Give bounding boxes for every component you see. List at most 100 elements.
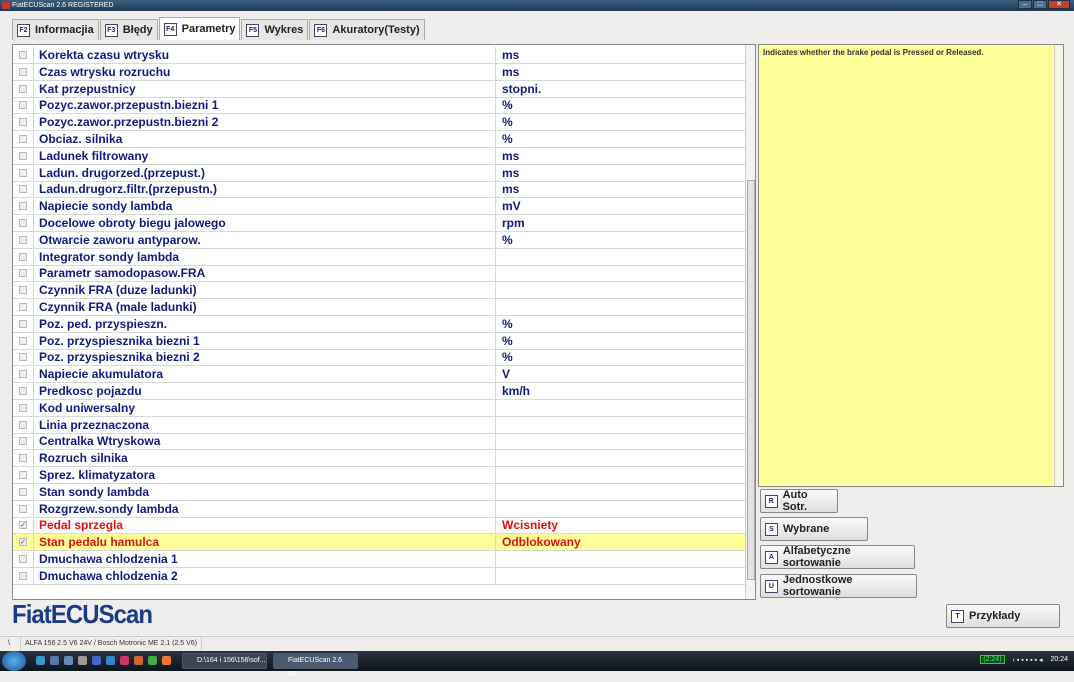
scrollbar-thumb[interactable] [747,180,755,580]
table-row[interactable]: ✓ Pedal sprzegla Wcisniety [13,517,745,535]
checkbox-empty-icon[interactable] [19,353,27,362]
checkbox-empty-icon[interactable] [19,437,27,446]
row-checkbox[interactable] [13,168,33,177]
app-icon[interactable] [78,656,87,665]
table-row[interactable]: Stan sondy lambda [13,483,745,501]
row-checkbox[interactable] [13,118,33,127]
app-icon[interactable] [64,656,73,665]
checkbox-empty-icon[interactable] [19,370,27,379]
checkbox-empty-icon[interactable] [19,555,27,563]
table-row[interactable]: Ladunek filtrowany ms [13,147,745,165]
row-checkbox[interactable] [13,336,33,345]
maximize-button[interactable]: □ [1033,0,1047,9]
row-checkbox[interactable] [13,319,33,328]
row-checkbox[interactable] [13,303,33,311]
ie-icon[interactable] [36,656,45,665]
app-icon[interactable] [92,656,101,665]
chrome-icon[interactable] [148,656,157,665]
tab-informacjia[interactable]: F2 Informacjia [12,19,99,40]
checkbox-empty-icon[interactable] [19,67,27,76]
row-checkbox[interactable] [13,487,33,496]
row-checkbox[interactable] [13,571,33,580]
battery-indicator[interactable]: (2:24) [980,655,1005,664]
row-checkbox[interactable] [13,101,33,110]
row-checkbox[interactable] [13,504,33,513]
row-checkbox[interactable] [13,151,33,160]
row-checkbox[interactable] [13,135,33,143]
alphabetical-sort-button[interactable]: A Alfabetyczne sortowanie [760,545,915,569]
table-scrollbar[interactable] [745,45,755,599]
table-row[interactable]: Linia przeznaczona [13,416,745,434]
minimize-button[interactable]: – [1018,0,1032,9]
row-checkbox[interactable] [13,403,33,412]
row-checkbox[interactable]: ✓ [13,538,33,547]
table-row[interactable]: Czynnik FRA (duze ladunki) [13,282,745,300]
table-row[interactable]: Kat przepustnicy stopni. [13,80,745,98]
start-button[interactable] [2,651,26,671]
tab-akuratory-testy-[interactable]: F6 Akuratory(Testy) [309,19,425,40]
row-checkbox[interactable] [13,471,33,479]
table-row[interactable]: Czas wtrysku rozruchu ms [13,63,745,81]
checkbox-empty-icon[interactable] [19,168,27,177]
table-row[interactable]: Obciaz. silnika% [13,131,745,148]
checkbox-empty-icon[interactable] [19,336,27,345]
checkbox-empty-icon[interactable] [19,471,27,479]
table-row[interactable]: Napiecie akumulatora V [13,366,745,384]
checkmark-icon[interactable]: ✓ [19,538,27,547]
checkbox-empty-icon[interactable] [19,51,27,59]
table-row[interactable]: Napiecie sondy lambda mV [13,198,745,216]
checkbox-empty-icon[interactable] [19,202,27,211]
table-row[interactable]: Rozgrzew.sondy lambda [13,500,745,518]
table-row[interactable]: Otwarcie zaworu antyparow.% [13,231,745,249]
row-checkbox[interactable] [13,454,33,463]
checkbox-empty-icon[interactable] [19,387,27,395]
checkbox-empty-icon[interactable] [19,235,27,244]
checkbox-empty-icon[interactable] [19,420,27,429]
row-checkbox[interactable] [13,219,33,227]
checkbox-empty-icon[interactable] [19,151,27,160]
row-checkbox[interactable] [13,84,33,93]
row-checkbox[interactable]: ✓ [13,521,33,530]
taskbar-item-folder[interactable]: D:\164 i 156\156\sof... [182,653,267,669]
auto-sort-button[interactable]: R Auto Sotr. [760,489,838,513]
tray-icons[interactable]: ‹ ▪ ▪ ▪ ▪ ▪ ◂ [1013,656,1043,664]
checkbox-empty-icon[interactable] [19,504,27,513]
taskbar-item-fiatecuscan[interactable]: FiatECUScan 2.6 RE... [273,653,358,678]
table-row[interactable]: Parametr samodopasow.FRA [13,265,745,283]
table-row[interactable]: Docelowe obroty biegu jalowego rpm [13,215,745,232]
row-checkbox[interactable] [13,252,33,261]
app-icon[interactable] [106,656,115,665]
checkbox-empty-icon[interactable] [19,219,27,227]
table-row[interactable]: Czynnik FRA (male ladunki) [13,299,745,316]
checkbox-empty-icon[interactable] [19,185,27,194]
checkbox-empty-icon[interactable] [19,118,27,127]
checkbox-empty-icon[interactable] [19,571,27,580]
checkbox-empty-icon[interactable] [19,487,27,496]
table-row[interactable]: ✓ Stan pedalu hamulca Odblokowany [13,534,745,552]
table-row[interactable]: Rozruch silnika [13,450,745,468]
table-row[interactable]: Dmuchawa chlodzenia 2 [13,567,745,585]
table-row[interactable]: Ladun.drugorz.filtr.(przepustn.) ms [13,181,745,199]
unit-sort-button[interactable]: U Jednostkowe sortowanie [760,574,917,598]
checkbox-empty-icon[interactable] [19,101,27,110]
table-row[interactable]: Poz. przyspiesznika biezni 1% [13,332,745,350]
firefox-icon[interactable] [162,656,171,665]
checkbox-empty-icon[interactable] [19,252,27,261]
row-checkbox[interactable] [13,437,33,446]
table-row[interactable]: Poz. przyspiesznika biezni 2% [13,349,745,367]
checkbox-empty-icon[interactable] [19,303,27,311]
tab-parametry[interactable]: F4 Parametry [158,17,241,40]
selected-button[interactable]: S Wybrane [760,517,868,541]
table-row[interactable]: Pozyc.zawor.przepustn.biezni 2% [13,114,745,132]
checkbox-empty-icon[interactable] [19,286,27,295]
row-checkbox[interactable] [13,555,33,563]
row-checkbox[interactable] [13,51,33,59]
checkbox-empty-icon[interactable] [19,135,27,143]
checkbox-empty-icon[interactable] [19,454,27,463]
table-row[interactable]: Korekta czasu wtrysku ms [13,47,745,64]
checkbox-empty-icon[interactable] [19,84,27,93]
checkmark-icon[interactable]: ✓ [19,521,27,530]
checkbox-empty-icon[interactable] [19,269,27,278]
app-icon[interactable] [134,656,143,665]
row-checkbox[interactable] [13,286,33,295]
